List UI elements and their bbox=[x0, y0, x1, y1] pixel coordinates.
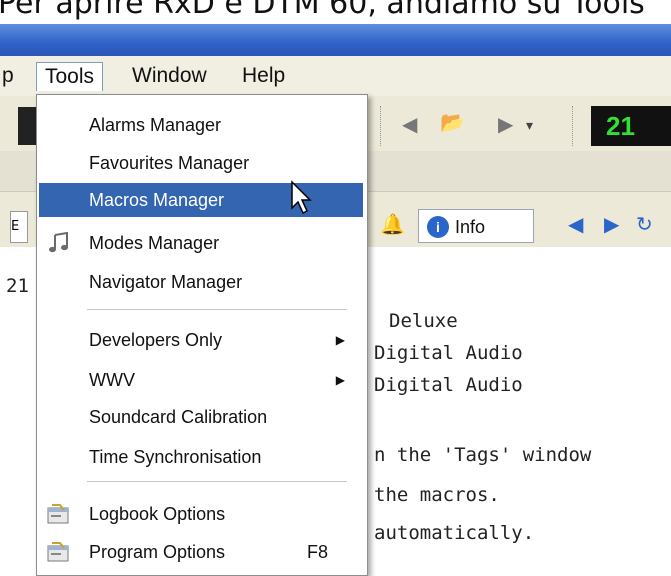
bell-icon[interactable]: 🔔 bbox=[380, 212, 405, 236]
menu-bar: p Tools Window Help bbox=[0, 56, 671, 97]
editor-line: Digital Audio bbox=[374, 342, 523, 364]
menu-item-label: WWV bbox=[89, 370, 135, 390]
menu-item-macros-manager[interactable]: Macros Manager bbox=[39, 183, 363, 217]
menu-item-label: Soundcard Calibration bbox=[89, 407, 268, 427]
menu-item-label: Program Options bbox=[89, 542, 226, 562]
page-caption: Per aprire RxD e DTM 60, andiamo su Tool… bbox=[0, 0, 671, 24]
menu-item-shortcut: F8 bbox=[307, 542, 329, 562]
editor-line: Digital Audio bbox=[374, 374, 523, 396]
submenu-arrow-icon: ▶ bbox=[335, 333, 345, 347]
dropdown-dot-icon[interactable]: ▾ bbox=[526, 118, 533, 134]
music-note-icon bbox=[49, 232, 68, 253]
menu-separator bbox=[87, 481, 347, 482]
menu-item-wwv[interactable]: WWV ▶ bbox=[39, 363, 363, 397]
menu-separator bbox=[87, 309, 347, 310]
caption-text: Per aprire RxD e DTM 60, andiamo su Tool… bbox=[0, 0, 645, 21]
menu-item-label: Time Synchronisation bbox=[89, 447, 262, 467]
menu-item-alarms-manager[interactable]: Alarms Manager bbox=[39, 108, 363, 142]
folder-icon[interactable]: 📂 bbox=[440, 110, 465, 134]
options-dialog-icon bbox=[47, 542, 69, 562]
editor-line: Deluxe bbox=[389, 310, 458, 332]
menu-item-label: Macros Manager bbox=[89, 190, 225, 210]
submenu-arrow-icon: ▶ bbox=[335, 373, 345, 387]
menu-item-label: Developers Only bbox=[89, 330, 223, 350]
mouse-pointer-icon bbox=[291, 180, 312, 215]
info-button[interactable]: i Info bbox=[418, 209, 534, 243]
menu-item-logbook-options[interactable]: Logbook Options bbox=[39, 497, 363, 531]
toolbar-separator bbox=[572, 106, 575, 146]
menu-item-favourites-manager[interactable]: Favourites Manager bbox=[39, 146, 363, 180]
editor-line: the macros. bbox=[374, 484, 500, 506]
menu-item-label: Modes Manager bbox=[89, 233, 220, 253]
options-dialog-icon bbox=[47, 504, 69, 524]
tools-dropdown-menu: Alarms Manager Favourites Manager Macros… bbox=[36, 94, 368, 576]
menu-item-label: Navigator Manager bbox=[89, 272, 243, 292]
window-title-bar[interactable] bbox=[0, 24, 671, 56]
clock-display: 21 bbox=[591, 106, 671, 146]
refresh-icon[interactable]: ↻ bbox=[636, 212, 653, 236]
nav-right-icon[interactable]: ▶ bbox=[604, 212, 619, 236]
menu-item-label: Logbook Options bbox=[89, 504, 226, 524]
menu-help[interactable]: Help bbox=[234, 63, 293, 89]
menu-tools[interactable]: Tools bbox=[36, 62, 104, 91]
editor-line: automatically. bbox=[374, 522, 535, 544]
toolbar-separator bbox=[380, 106, 383, 146]
menu-item-developers-only[interactable]: Developers Only ▶ bbox=[39, 323, 363, 357]
menu-item-time-synchronisation[interactable]: Time Synchronisation bbox=[39, 440, 363, 474]
info-icon: i bbox=[427, 216, 449, 238]
menu-item-program-options[interactable]: Program Options F8 bbox=[39, 535, 363, 569]
menu-item-label: Alarms Manager bbox=[89, 115, 222, 135]
nav-left-icon[interactable]: ◀ bbox=[568, 212, 583, 236]
editor-line: n the 'Tags' window bbox=[374, 444, 592, 466]
editor-line: 21 bbox=[6, 275, 29, 297]
menu-item-soundcard-calibration[interactable]: Soundcard Calibration bbox=[39, 400, 363, 434]
toolbar-combo-stub[interactable]: E bbox=[10, 211, 28, 243]
forward-arrow-icon[interactable]: ▶ bbox=[498, 112, 513, 136]
info-button-label: Info bbox=[455, 217, 486, 237]
menu-item-modes-manager[interactable]: Modes Manager bbox=[39, 226, 363, 260]
back-arrow-icon[interactable]: ◀ bbox=[402, 112, 417, 136]
menu-item-label: Favourites Manager bbox=[89, 153, 250, 173]
menu-previous[interactable]: p bbox=[0, 63, 22, 89]
menu-item-navigator-manager[interactable]: Navigator Manager bbox=[39, 265, 363, 299]
menu-window[interactable]: Window bbox=[124, 63, 215, 89]
